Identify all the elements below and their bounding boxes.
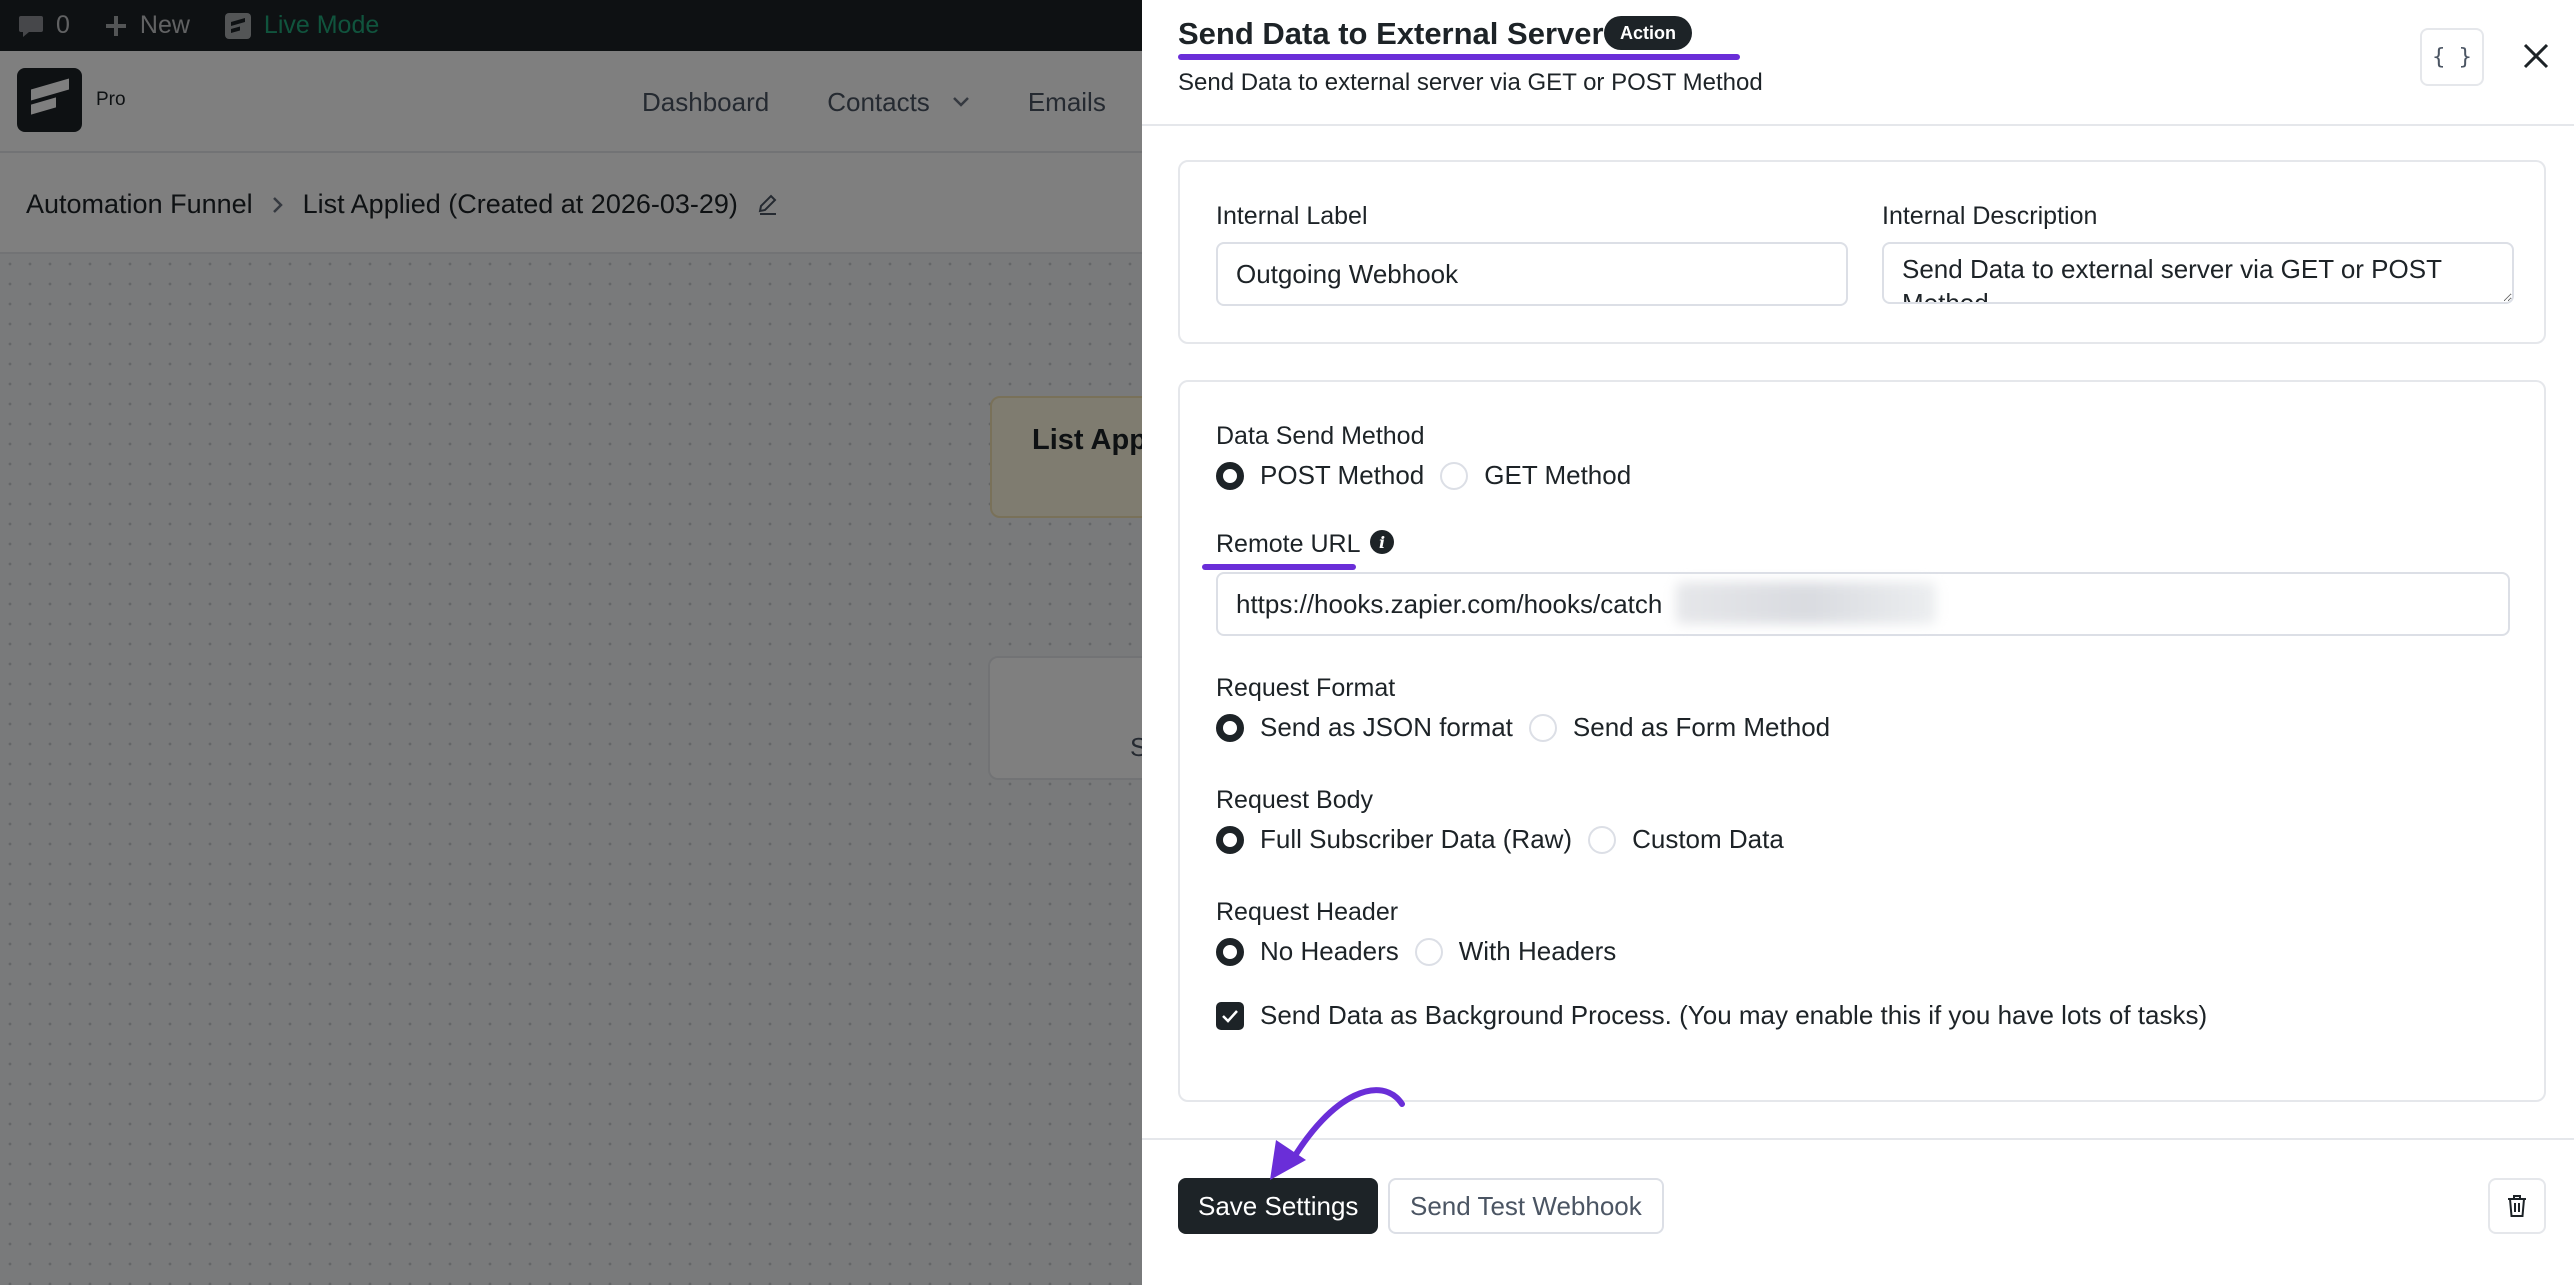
check-icon xyxy=(1222,1009,1238,1023)
save-settings-button[interactable]: Save Settings xyxy=(1178,1178,1379,1234)
radio-label: Send as JSON format xyxy=(1260,712,1513,742)
radio-indicator xyxy=(1440,461,1469,490)
internal-label-heading: Internal Label xyxy=(1216,202,1368,230)
remote-url-label: Remote URL xyxy=(1216,530,1361,558)
drawer-subtitle: Send Data to external server via GET or … xyxy=(1178,69,1763,96)
internal-description-textarea[interactable]: Send Data to external server via GET or … xyxy=(1882,242,2514,304)
arrow-annotation-icon xyxy=(1270,1087,1405,1180)
radio-label: Send as Form Method xyxy=(1572,712,1831,742)
radio-no-headers[interactable]: No Headers xyxy=(1216,936,1399,967)
labels-section: Internal Label Internal Description Send… xyxy=(1178,160,2546,344)
radio-get-method[interactable]: GET Method xyxy=(1440,460,1631,491)
radio-custom-data[interactable]: Custom Data xyxy=(1588,824,1784,855)
radio-indicator xyxy=(1588,825,1617,854)
request-body-label: Request Body xyxy=(1216,786,1374,814)
radio-form-method[interactable]: Send as Form Method xyxy=(1528,712,1831,743)
request-header-group: No Headers With Headers xyxy=(1216,936,1620,967)
background-process-label: Send Data as Background Process. (You ma… xyxy=(1260,1000,2208,1030)
action-badge: Action xyxy=(1604,16,1692,50)
radio-indicator xyxy=(1216,937,1244,966)
request-header-label: Request Header xyxy=(1216,898,1399,926)
radio-json-format[interactable]: Send as JSON format xyxy=(1216,712,1513,743)
radio-indicator xyxy=(1216,461,1244,490)
radio-label: Custom Data xyxy=(1632,824,1784,854)
send-method-label: Data Send Method xyxy=(1216,422,1425,450)
internal-description-heading: Internal Description xyxy=(1882,202,2098,230)
radio-with-headers[interactable]: With Headers xyxy=(1414,936,1617,967)
info-icon[interactable]: i xyxy=(1370,530,1394,554)
url-underline-annotation xyxy=(1202,564,1356,570)
request-format-group: Send as JSON format Send as Form Method xyxy=(1216,712,1834,743)
request-body-group: Full Subscriber Data (Raw) Custom Data xyxy=(1216,824,1788,855)
radio-label: Full Subscriber Data (Raw) xyxy=(1260,824,1573,854)
radio-label: GET Method xyxy=(1484,460,1632,490)
radio-indicator xyxy=(1216,713,1244,742)
checkbox-indicator xyxy=(1216,1001,1244,1030)
redacted-url-part xyxy=(1676,582,1936,624)
drawer-header: Send Data to External Server Action Send… xyxy=(1142,0,2574,126)
delete-button[interactable] xyxy=(2488,1178,2546,1234)
remote-url-field xyxy=(1216,572,2510,636)
request-format-label: Request Format xyxy=(1216,674,1396,702)
title-underline-annotation xyxy=(1178,54,1740,60)
radio-indicator xyxy=(1216,825,1244,854)
radio-label: No Headers xyxy=(1260,936,1399,966)
radio-label: With Headers xyxy=(1458,936,1617,966)
trash-icon xyxy=(2508,1195,2526,1217)
close-icon[interactable] xyxy=(2514,34,2558,78)
radio-indicator xyxy=(1414,937,1443,966)
radio-full-subscriber-data[interactable]: Full Subscriber Data (Raw) xyxy=(1216,824,1572,855)
webhook-settings-section: Data Send Method POST Method GET Method … xyxy=(1178,380,2546,1102)
radio-post-method[interactable]: POST Method xyxy=(1216,460,1424,491)
send-method-group: POST Method GET Method xyxy=(1216,460,1635,491)
background-process-checkbox[interactable]: Send Data as Background Process. (You ma… xyxy=(1216,1000,2207,1031)
code-icon[interactable]: { } xyxy=(2420,28,2484,86)
radio-label: POST Method xyxy=(1260,460,1425,490)
radio-indicator xyxy=(1528,713,1557,742)
drawer-title: Send Data to External Server xyxy=(1178,16,1604,51)
send-test-webhook-button[interactable]: Send Test Webhook xyxy=(1388,1178,1664,1234)
internal-label-input[interactable] xyxy=(1216,242,1848,306)
